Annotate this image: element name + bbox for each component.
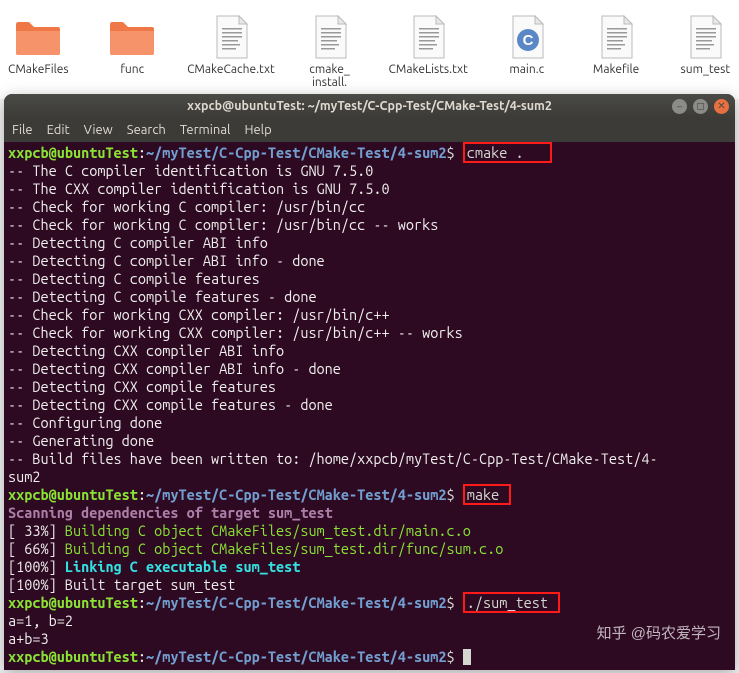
file-label: Makefile (593, 63, 639, 76)
file-manager-row: CMakeFiles func CMakeCache.txt cmake_ insta… (0, 0, 739, 99)
cmake-output-line: -- Build files have been written to: /ho… (8, 450, 658, 467)
cmd-run: ./sum_test (467, 594, 548, 611)
run-output-2: a+b=3 (8, 630, 49, 647)
maximize-button[interactable]: ◻ (693, 99, 708, 114)
file-label: main.c (509, 63, 544, 76)
highlight-cmake: cmake . (463, 142, 552, 163)
menu-item-search[interactable]: Search (127, 123, 166, 137)
make-build-1: Building C object CMakeFiles/sum_test.di… (65, 522, 471, 539)
cmake-output-line: -- Detecting C compile features (8, 270, 260, 287)
menu-item-edit[interactable]: Edit (47, 123, 70, 137)
file-item-1[interactable]: func (107, 15, 158, 89)
file-item-5[interactable]: Cmain.c (501, 15, 552, 89)
file-item-4[interactable]: CMakeLists.txt (393, 15, 463, 89)
file-item-3[interactable]: cmake_ install. (304, 15, 355, 89)
file-item-6[interactable]: Makefile (590, 15, 641, 89)
menu-bar: File Edit View Search Terminal Help (4, 118, 735, 142)
folder-icon (14, 15, 62, 59)
document-icon (592, 15, 640, 59)
cmake-output-line: -- Detecting C compile features - done (8, 288, 317, 305)
menu-item-view[interactable]: View (84, 123, 113, 137)
cmake-output-line: -- Check for working C compiler: /usr/bi… (8, 216, 438, 233)
cmd-make: make (467, 486, 499, 503)
make-build-2: Building C object CMakeFiles/sum_test.di… (65, 540, 503, 557)
c-file-icon: C (503, 15, 551, 59)
svg-text:C: C (522, 32, 533, 49)
file-item-7[interactable]: sum_test (680, 15, 731, 89)
cmake-output-line: -- Check for working CXX compiler: /usr/… (8, 306, 390, 323)
menu-item-terminal[interactable]: Terminal (180, 123, 231, 137)
highlight-make: make (463, 484, 512, 505)
make-built: [100%] Built target sum_test (8, 576, 235, 593)
prompt-path: ~/myTest/C-Cpp-Test/CMake-Test/4-sum2 (146, 594, 446, 611)
document-icon (681, 15, 729, 59)
window-controls: – ◻ ✕ (672, 99, 729, 114)
terminal-body[interactable]: xxpcb@ubuntuTest:~/myTest/C-Cpp-Test/CMa… (4, 142, 735, 670)
cmake-output-line: -- Detecting CXX compiler ABI info - don… (8, 360, 341, 377)
document-icon (207, 15, 255, 59)
cmake-output-line: -- Detecting C compiler ABI info - done (8, 252, 325, 269)
document-icon (404, 15, 452, 59)
cmake-output-line: -- Detecting C compiler ABI info (8, 234, 268, 251)
prompt-user: xxpcb@ubuntuTest (8, 144, 138, 161)
prompt-user: xxpcb@ubuntuTest (8, 594, 138, 611)
cmake-output-line: -- Detecting CXX compile features (8, 378, 276, 395)
make-link: Linking C executable sum_test (65, 558, 300, 575)
file-label: cmake_ install. (309, 63, 349, 89)
cmake-output-line: -- Detecting CXX compiler ABI info (8, 342, 284, 359)
prompt-user: xxpcb@ubuntuTest (8, 648, 138, 665)
make-scan: Scanning dependencies of target sum_test (8, 504, 333, 521)
cmd-cmake: cmake . (467, 144, 524, 161)
cmake-output-line: -- The CXX compiler identification is GN… (8, 180, 390, 197)
file-label: CMakeLists.txt (389, 63, 468, 76)
prompt-user: xxpcb@ubuntuTest (8, 486, 138, 503)
cmake-output-line: -- Configuring done (8, 414, 162, 431)
file-label: sum_test (681, 63, 731, 76)
cmake-output-line: -- Check for working C compiler: /usr/bi… (8, 198, 365, 215)
close-button[interactable]: ✕ (714, 99, 729, 114)
cmake-output-line: -- The C compiler identification is GNU … (8, 162, 373, 179)
folder-icon (108, 15, 156, 59)
highlight-run: ./sum_test (463, 592, 560, 613)
terminal-window: xxpcb@ubuntuTest: ~/myTest/C-Cpp-Test/CM… (4, 94, 735, 670)
prompt-path: ~/myTest/C-Cpp-Test/CMake-Test/4-sum2 (146, 648, 446, 665)
menu-item-file[interactable]: File (12, 123, 33, 137)
run-output-1: a=1, b=2 (8, 612, 73, 629)
cmake-output-line: sum2 (8, 468, 40, 485)
prompt-path: ~/myTest/C-Cpp-Test/CMake-Test/4-sum2 (146, 144, 446, 161)
file-label: func (120, 63, 144, 76)
window-title: xxpcb@ubuntuTest: ~/myTest/C-Cpp-Test/CM… (187, 99, 552, 113)
cmake-output-line: -- Check for working CXX compiler: /usr/… (8, 324, 463, 341)
menu-item-help[interactable]: Help (244, 123, 271, 137)
document-icon (306, 15, 354, 59)
file-item-2[interactable]: CMakeCache.txt (196, 15, 266, 89)
cmake-output-line: -- Detecting CXX compile features - done (8, 396, 333, 413)
file-label: CMakeFiles (8, 63, 69, 76)
titlebar: xxpcb@ubuntuTest: ~/myTest/C-Cpp-Test/CM… (4, 94, 735, 118)
cmake-output-line: -- Generating done (8, 432, 154, 449)
file-label: CMakeCache.txt (187, 63, 275, 76)
cursor (463, 649, 471, 665)
file-item-0[interactable]: CMakeFiles (8, 15, 69, 89)
minimize-button[interactable]: – (672, 99, 687, 114)
prompt-path: ~/myTest/C-Cpp-Test/CMake-Test/4-sum2 (146, 486, 446, 503)
